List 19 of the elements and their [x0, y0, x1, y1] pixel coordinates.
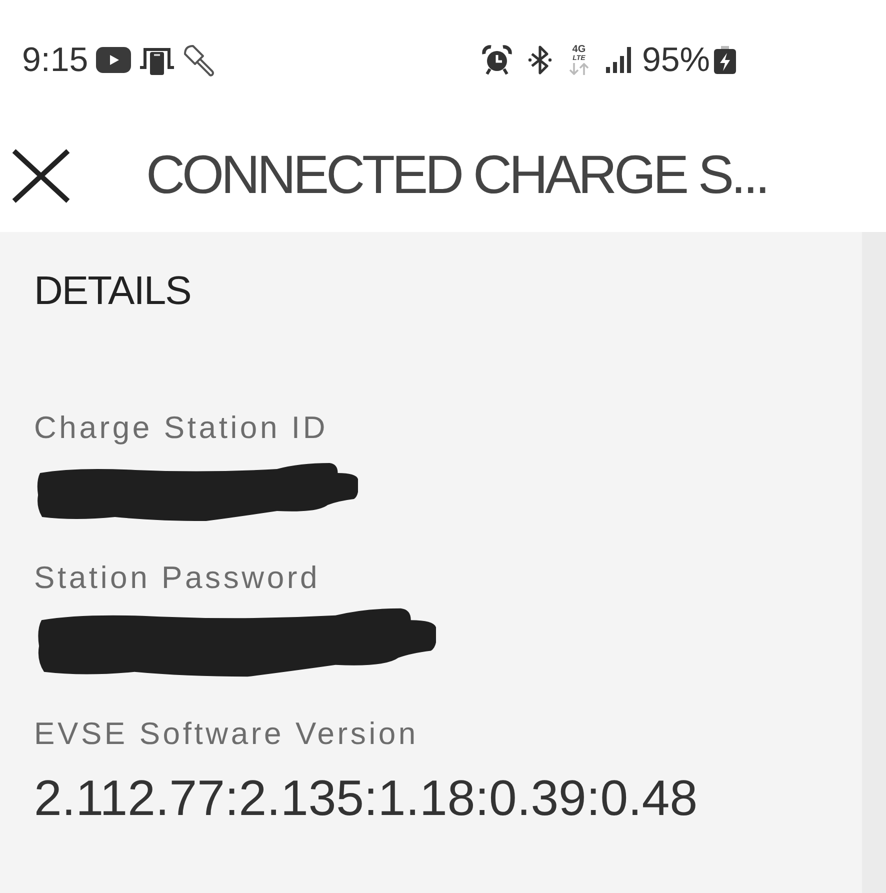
data-arrows-icon	[568, 63, 590, 75]
field-label: EVSE Software Version	[34, 715, 418, 753]
alarm-clock-icon	[482, 45, 512, 75]
signal-bars-icon	[606, 47, 634, 73]
battery-charging-icon	[714, 46, 736, 74]
status-time: 9:15	[22, 43, 88, 77]
flashlight-icon	[183, 44, 216, 76]
section-heading: DETAILS	[34, 268, 191, 315]
field-label: Charge Station ID	[34, 409, 328, 446]
phone-icon	[139, 45, 176, 75]
bluetooth-icon	[528, 45, 552, 75]
field-value: 2.112.77:2.135:1.18:0.39:0.48	[34, 768, 698, 828]
field-label: Station Password	[34, 559, 320, 596]
battery-percentage: 95%	[642, 43, 710, 77]
network-type-text: 4G	[572, 45, 586, 55]
close-icon	[12, 149, 70, 203]
close-button[interactable]	[12, 149, 70, 203]
video-play-icon	[96, 47, 132, 73]
screen-title: CONNECTED CHARGE S...	[146, 146, 768, 206]
